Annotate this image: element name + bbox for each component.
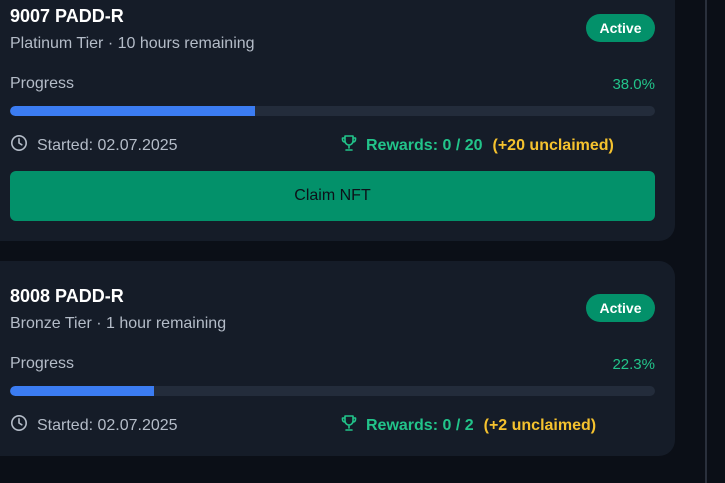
status-badge: Active bbox=[586, 294, 655, 322]
started-text: Started: 02.07.2025 bbox=[37, 136, 178, 154]
rewards-info: Rewards: 0 / 2 (+2 unclaimed) bbox=[340, 414, 596, 437]
unclaimed-count: (+20 unclaimed) bbox=[492, 136, 614, 154]
progress-label: Progress bbox=[10, 355, 75, 372]
progress-bar bbox=[10, 386, 655, 396]
progress-bar bbox=[10, 106, 655, 116]
started-text: Started: 02.07.2025 bbox=[37, 416, 178, 434]
progress-label: Progress bbox=[10, 75, 75, 92]
progress-percent: 22.3% bbox=[612, 356, 655, 373]
unclaimed-count: (+2 unclaimed) bbox=[483, 416, 597, 434]
scrollbar-track[interactable] bbox=[705, 0, 707, 483]
status-badge: Active bbox=[586, 14, 655, 42]
claim-nft-button[interactable]: Claim NFT bbox=[10, 171, 655, 221]
rewards-value: Rewards: 0 / 20 bbox=[366, 136, 483, 154]
progress-percent: 38.0% bbox=[612, 76, 655, 93]
trophy-icon bbox=[340, 414, 358, 437]
started-date: Started: 02.07.2025 bbox=[10, 414, 178, 437]
card-title: 8008 PADD-R bbox=[10, 286, 124, 306]
staking-card-9007: 9007 PADD-R Platinum Tier · 10 hours rem… bbox=[0, 0, 675, 241]
rewards-info: Rewards: 0 / 20 (+20 unclaimed) bbox=[340, 134, 614, 157]
card-subtitle: Bronze Tier · 1 hour remaining bbox=[10, 315, 227, 332]
card-title: 9007 PADD-R bbox=[10, 6, 124, 26]
card-subtitle: Platinum Tier · 10 hours remaining bbox=[10, 35, 255, 52]
clock-icon bbox=[10, 414, 37, 437]
rewards-value: Rewards: 0 / 2 bbox=[366, 416, 474, 434]
clock-icon bbox=[10, 134, 37, 157]
progress-fill bbox=[10, 106, 256, 116]
progress-fill bbox=[10, 386, 154, 396]
trophy-icon bbox=[340, 134, 358, 157]
started-date: Started: 02.07.2025 bbox=[10, 134, 178, 157]
staking-card-8008: 8008 PADD-R Bronze Tier · 1 hour remaini… bbox=[0, 261, 675, 456]
